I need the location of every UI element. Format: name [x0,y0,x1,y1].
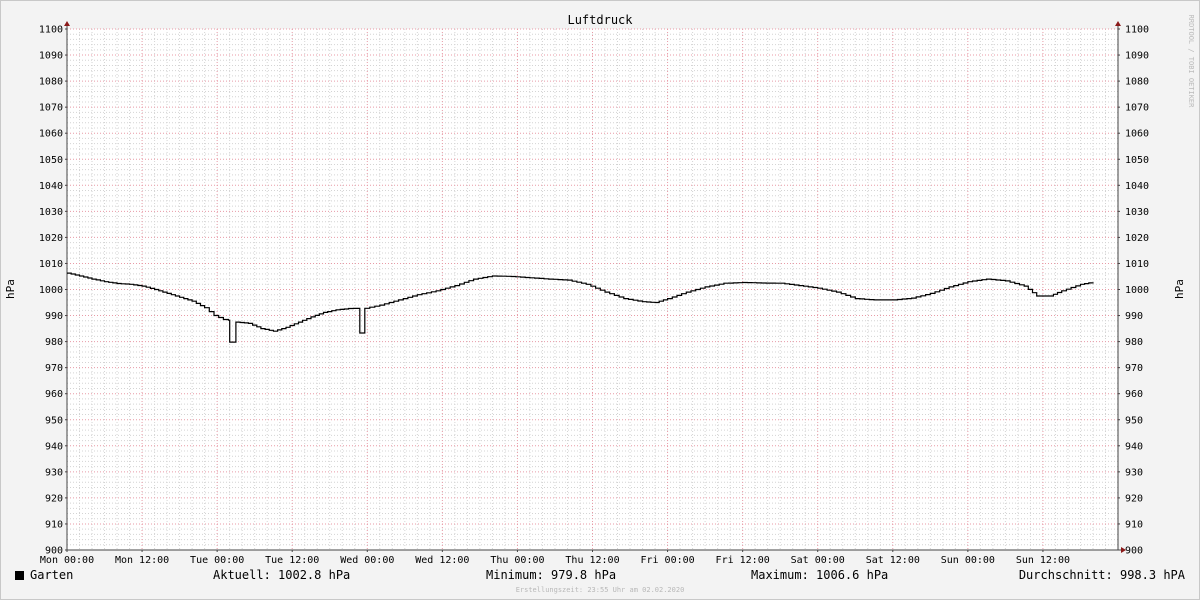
x-tick-label: Tue 00:00 [190,555,244,566]
y-tick-label-right: 1040 [1125,181,1149,192]
y-tick-label-right: 1100 [1125,25,1149,36]
y-tick-label-right: 950 [1125,415,1143,426]
chart-frame: Luftdruck hPa hPa RRDTOOL / TOBI OETIKER… [0,0,1200,600]
y-tick-label-left: 990 [45,311,63,322]
x-tick-label: Sat 00:00 [791,555,845,566]
stat-average: Durchschnitt: 998.3 hPA [1018,568,1185,582]
x-tick-label: Wed 00:00 [340,555,394,566]
chart-title: Luftdruck [567,13,633,27]
y-tick-label-left: 1060 [39,129,63,140]
stat-maximum: Maximum: 1006.6 hPa [751,568,889,582]
x-tick-label: Fri 00:00 [640,555,694,566]
y-tick-label-right: 1020 [1125,233,1149,244]
y-tick-label-right: 960 [1125,389,1143,400]
y-tick-label-right: 910 [1125,519,1143,530]
legend-item: Garten [15,568,73,582]
y-tick-label-left: 1020 [39,233,63,244]
y-tick-label-right: 1080 [1125,77,1149,88]
legend-swatch [15,571,24,580]
stat-minimum: Minimum: 979.8 hPa [486,568,617,582]
x-tick-label: Fri 12:00 [716,555,770,566]
y-tick-label-left: 910 [45,519,63,530]
y-tick-label-left: 1010 [39,259,63,270]
legend-stats-row: Garten Aktuell: 1002.8 hPa Minimum: 979.… [1,568,1199,584]
y-tick-label-left: 980 [45,337,63,348]
watermark: RRDTOOL / TOBI OETIKER [1187,15,1195,109]
y-tick-label-left: 1050 [39,155,63,166]
stat-current: Aktuell: 1002.8 hPa [213,568,351,582]
x-tick-label: Sat 12:00 [866,555,920,566]
y-tick-label-right: 920 [1125,493,1143,504]
chart: Luftdruck hPa hPa RRDTOOL / TOBI OETIKER… [4,13,1195,566]
y-tick-label-left: 1000 [39,285,63,296]
arrow-up-icon [1115,21,1121,26]
y-axis-label-right: hPa [1173,279,1186,299]
x-tick-label: Thu 12:00 [565,555,619,566]
y-tick-label-right: 900 [1125,546,1143,557]
y-tick-label-left: 920 [45,493,63,504]
y-axis-label-left: hPa [4,279,17,299]
y-tick-label-left: 1100 [39,25,63,36]
y-tick-label-left: 930 [45,467,63,478]
x-tick-label: Wed 12:00 [415,555,469,566]
y-tick-label-right: 1010 [1125,259,1149,270]
y-tick-label-left: 1070 [39,103,63,114]
y-tick-label-left: 950 [45,415,63,426]
y-tick-label-left: 940 [45,441,63,452]
y-tick-label-left: 1040 [39,181,63,192]
y-tick-label-left: 960 [45,389,63,400]
arrow-up-icon [64,21,70,26]
y-tick-label-left: 1090 [39,51,63,62]
y-tick-label-right: 930 [1125,467,1143,478]
y-tick-label-right: 1000 [1125,285,1149,296]
x-tick-label: Mon 12:00 [115,555,169,566]
x-tick-label: Thu 00:00 [490,555,544,566]
legend-label: Garten [30,568,74,582]
y-tick-label-right: 1090 [1125,51,1149,62]
y-tick-label-left: 970 [45,363,63,374]
y-tick-label-right: 980 [1125,337,1143,348]
x-tick-label: Sun 00:00 [941,555,995,566]
y-tick-label-right: 1060 [1125,129,1149,140]
y-tick-label-right: 1030 [1125,207,1149,218]
y-tick-label-right: 940 [1125,441,1143,452]
y-tick-label-right: 1050 [1125,155,1149,166]
y-tick-label-left: 1080 [39,77,63,88]
x-tick-label: Tue 12:00 [265,555,319,566]
x-tick-label: Mon 00:00 [40,555,94,566]
y-tick-label-right: 990 [1125,311,1143,322]
y-tick-label-right: 970 [1125,363,1143,374]
y-tick-label-right: 1070 [1125,103,1149,114]
y-tick-label-left: 1030 [39,207,63,218]
x-tick-label: Sun 12:00 [1016,555,1070,566]
creation-time: Erstellungszeit: 23:55 Uhr am 02.02.2020 [515,586,685,594]
